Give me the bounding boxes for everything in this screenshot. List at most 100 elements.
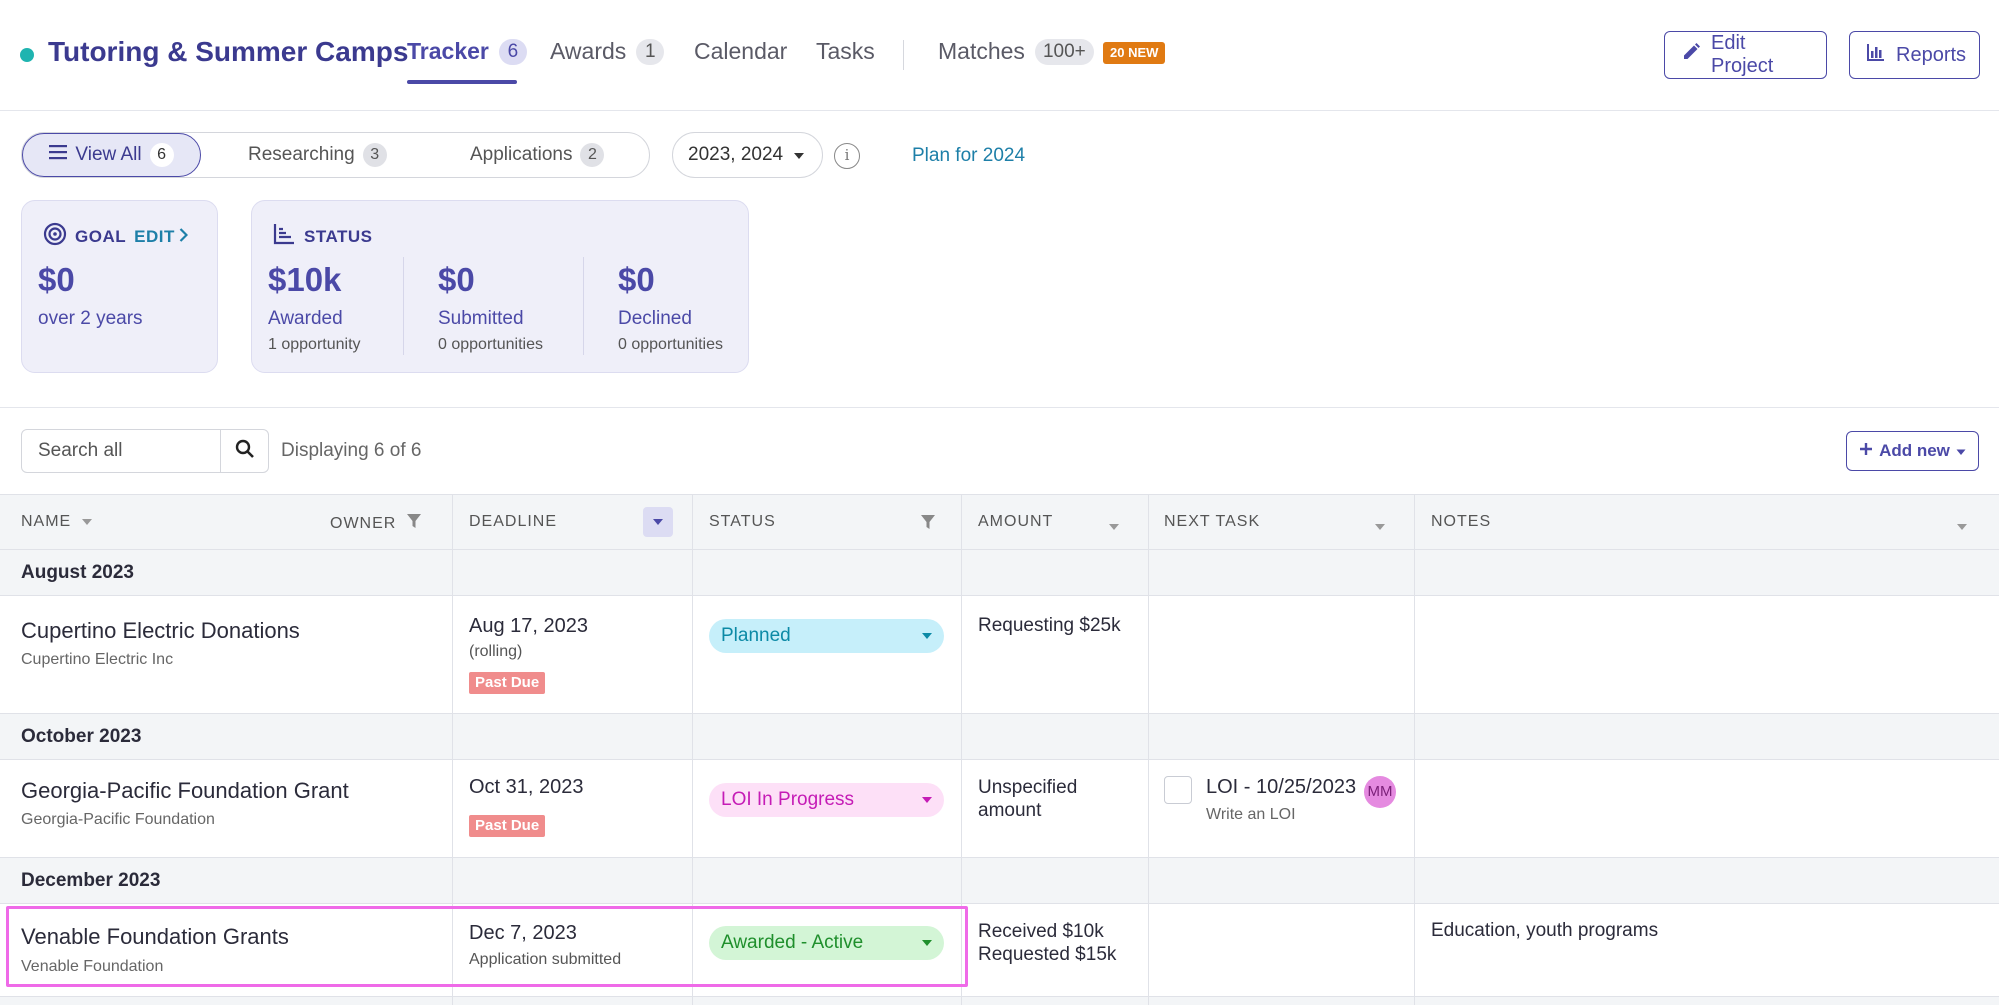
group-header: October 2023	[0, 714, 1999, 760]
declined-sub: 0 opportunities	[618, 336, 723, 353]
task-description: Write an LOI	[1206, 806, 1296, 823]
column-notes-label: NOTES	[1431, 513, 1492, 530]
opportunity-name[interactable]: Venable Foundation Grants	[21, 924, 289, 950]
opportunity-org: Venable Foundation	[21, 958, 164, 975]
column-header-deadline[interactable]: DEADLINE	[469, 513, 557, 531]
year-select-value: 2023, 2024	[688, 144, 784, 165]
submitted-sub: 0 opportunities	[438, 336, 543, 353]
awarded-sub: 1 opportunity	[268, 336, 361, 353]
edit-project-button[interactable]: Edit Project	[1664, 31, 1827, 79]
opportunity-org: Georgia-Pacific Foundation	[21, 811, 215, 828]
amount-line: Requesting $25k	[978, 615, 1121, 636]
awarded-amount: $10k	[268, 261, 342, 298]
column-header-owner[interactable]: OWNER	[330, 513, 422, 534]
sort-caret-icon[interactable]	[1374, 518, 1386, 536]
table-row[interactable]: Georgia-Pacific Foundation Grant Georgia…	[0, 760, 1999, 858]
filter-icon[interactable]	[920, 514, 936, 535]
target-icon	[43, 222, 67, 251]
tab-awards-count: 1	[636, 38, 665, 65]
status-dropdown[interactable]: Awarded - Active	[709, 926, 944, 960]
add-new-label: Add new	[1879, 441, 1950, 460]
avatar[interactable]: MM	[1364, 776, 1396, 808]
column-divider	[1414, 494, 1415, 1005]
chevron-right-icon	[179, 227, 188, 247]
menu-icon	[49, 144, 68, 166]
bar-chart-icon	[1866, 42, 1886, 68]
column-header-notes[interactable]: NOTES	[1431, 513, 1491, 531]
task-title[interactable]: LOI - 10/25/2023	[1206, 776, 1356, 799]
sort-caret-icon[interactable]	[1108, 518, 1120, 536]
status-dropdown[interactable]: Planned	[709, 619, 944, 653]
deadline-note: Application submitted	[469, 951, 622, 968]
project-title: Tutoring & Summer Camps	[48, 36, 409, 67]
caret-down-icon	[793, 144, 805, 166]
column-name-label: NAME	[21, 513, 72, 530]
tab-calendar-label: Calendar	[694, 38, 788, 64]
view-all-filter[interactable]: View All 6	[22, 133, 201, 177]
table-row[interactable]: Cupertino Electric Donations Cupertino E…	[0, 596, 1999, 714]
column-header-status[interactable]: STATUS	[709, 513, 776, 531]
metric-divider	[403, 257, 404, 355]
info-icon[interactable]: i	[834, 143, 860, 169]
group-header: August 2023	[0, 550, 1999, 596]
caret-down-icon	[922, 797, 932, 803]
caret-down-icon	[1956, 441, 1966, 461]
tab-tasks[interactable]: Tasks	[816, 38, 875, 65]
goal-edit-link[interactable]: EDIT	[134, 227, 188, 247]
deadline-sort-button[interactable]	[643, 507, 673, 537]
applications-label: Applications	[470, 144, 573, 165]
amount-line: Requested $15k	[978, 944, 1117, 965]
caret-down-icon	[922, 940, 932, 946]
tab-awards[interactable]: Awards 1	[550, 38, 665, 65]
past-due-badge: Past Due	[469, 672, 546, 694]
opportunity-name[interactable]: Georgia-Pacific Foundation Grant	[21, 778, 349, 804]
notes-text[interactable]: Education, youth programs	[1431, 920, 1658, 942]
add-new-button[interactable]: Add new	[1846, 431, 1979, 471]
status-dropdown[interactable]: LOI In Progress	[709, 783, 944, 817]
tab-matches-label: Matches	[938, 38, 1025, 64]
declined-amount: $0	[618, 261, 655, 298]
tab-calendar[interactable]: Calendar	[694, 38, 787, 65]
submitted-amount: $0	[438, 261, 475, 298]
sort-caret-icon	[652, 513, 664, 531]
metric-divider	[583, 257, 584, 355]
group-header: December 2023	[0, 858, 1999, 904]
status-card-header: STATUS	[272, 222, 372, 251]
tab-tasks-label: Tasks	[816, 38, 875, 64]
search-box	[21, 429, 269, 473]
amount-line: amount	[978, 800, 1042, 821]
sort-caret-icon[interactable]	[1956, 518, 1968, 536]
column-header-next-task[interactable]: NEXT TASK	[1164, 513, 1260, 531]
opportunity-name[interactable]: Cupertino Electric Donations	[21, 618, 300, 644]
status-card: STATUS $10k Awarded 1 opportunity $0 Sub…	[251, 200, 749, 373]
column-header-name[interactable]: NAME	[21, 513, 93, 531]
project-status-dot	[20, 48, 34, 62]
plus-icon	[1859, 441, 1873, 461]
researching-filter[interactable]: Researching 3	[248, 133, 387, 177]
matches-new-badge: 20 NEW	[1103, 42, 1166, 64]
tab-tracker-label: Tracker	[407, 38, 489, 64]
year-select[interactable]: 2023, 2024	[672, 132, 823, 178]
column-header-amount[interactable]: AMOUNT	[978, 513, 1053, 531]
tab-tracker-count: 6	[498, 38, 527, 65]
search-button[interactable]	[220, 430, 268, 472]
nav-divider	[903, 40, 904, 70]
amount-text: Unspecified amount	[978, 776, 1077, 822]
goal-edit-label: EDIT	[134, 226, 175, 246]
goal-period: over 2 years	[38, 308, 143, 329]
deadline-date: Oct 31, 2023	[469, 776, 584, 798]
status-label: LOI In Progress	[721, 789, 855, 810]
status-heading: STATUS	[304, 226, 373, 246]
submitted-label: Submitted	[438, 308, 524, 329]
task-checkbox[interactable]	[1164, 776, 1192, 804]
reports-button[interactable]: Reports	[1849, 31, 1980, 79]
tab-matches[interactable]: Matches 100+	[938, 38, 1094, 65]
applications-filter[interactable]: Applications 2	[470, 133, 605, 177]
past-due-badge: Past Due	[469, 815, 546, 837]
table-row[interactable]: Venable Foundation Grants Venable Founda…	[0, 904, 1999, 997]
plan-for-2024-link[interactable]: Plan for 2024	[912, 145, 1025, 167]
filter-icon	[406, 513, 422, 534]
tab-tracker[interactable]: Tracker 6	[407, 38, 527, 65]
search-input[interactable]	[22, 430, 220, 472]
amount-line: Received $10k	[978, 921, 1104, 942]
